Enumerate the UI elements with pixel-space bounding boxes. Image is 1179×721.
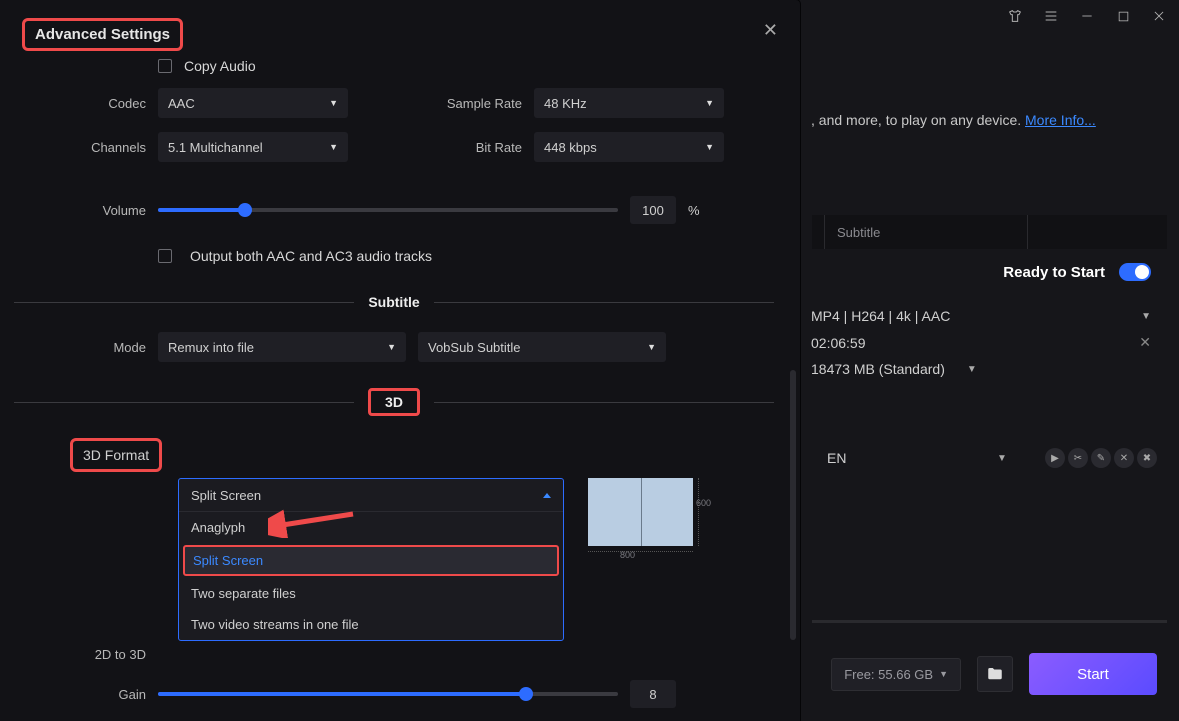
subtitle-bar: Subtitle bbox=[812, 215, 1167, 249]
2d-to-3d-label: 2D to 3D bbox=[14, 647, 146, 662]
ready-toggle[interactable] bbox=[1119, 263, 1151, 281]
volume-slider[interactable] bbox=[158, 208, 618, 212]
modal-close-button[interactable]: ✕ bbox=[763, 20, 778, 41]
channels-select[interactable]: 5.1 Multichannel▼ bbox=[158, 132, 348, 162]
3d-format-label: 3D Format bbox=[70, 438, 162, 472]
volume-label: Volume bbox=[14, 203, 146, 218]
3d-format-option[interactable]: Two separate files bbox=[179, 578, 563, 609]
subtitle-field[interactable]: Subtitle bbox=[824, 215, 1027, 249]
dual-tracks-checkbox[interactable] bbox=[158, 249, 172, 263]
3d-format-select[interactable]: Split Screen Anaglyph Split Screen Two s… bbox=[178, 478, 564, 641]
sample-rate-select[interactable]: 48 KHz▼ bbox=[534, 88, 724, 118]
tool-icon[interactable]: ✕ bbox=[1114, 448, 1134, 468]
progress-bar bbox=[812, 620, 1167, 623]
titlebar-shirt-icon[interactable] bbox=[1007, 8, 1023, 24]
edit-icon[interactable]: ✎ bbox=[1091, 448, 1111, 468]
titlebar-minimize-icon[interactable] bbox=[1079, 8, 1095, 24]
size-select[interactable]: 18473 MB (Standard)▼ bbox=[811, 361, 1151, 377]
teaser-text: , and more, to play on any device. More … bbox=[799, 112, 1179, 128]
advanced-settings-modal: Advanced Settings ✕ Copy Audio Codec AAC… bbox=[0, 0, 800, 721]
lang-select[interactable]: EN bbox=[807, 450, 987, 466]
gain-slider[interactable] bbox=[158, 692, 618, 696]
ready-label: Ready to Start bbox=[1003, 264, 1105, 281]
titlebar-close-icon[interactable] bbox=[1151, 8, 1167, 24]
subtitle-section-header: Subtitle bbox=[368, 294, 419, 310]
sample-rate-label: Sample Rate bbox=[432, 96, 522, 111]
preview-width: 800 bbox=[620, 550, 635, 560]
codec-select[interactable]: AAC▼ bbox=[158, 88, 348, 118]
mode-label: Mode bbox=[14, 340, 146, 355]
3d-format-option[interactable]: Two video streams in one file bbox=[179, 609, 563, 640]
format-select[interactable]: MP4 | H264 | 4k | AAC▼ bbox=[811, 308, 1151, 324]
gain-label: Gain bbox=[14, 687, 146, 702]
subtitle-mode-select[interactable]: Remux into file▼ bbox=[158, 332, 406, 362]
modal-title: Advanced Settings bbox=[22, 18, 183, 51]
duration-row: 02:06:59✕ bbox=[811, 334, 1151, 351]
free-space-select[interactable]: Free: 55.66 GB▼ bbox=[831, 658, 961, 691]
copy-audio-checkbox[interactable] bbox=[158, 59, 172, 73]
volume-unit: % bbox=[688, 203, 700, 218]
titlebar-maximize-icon[interactable] bbox=[1115, 8, 1131, 24]
start-button[interactable]: Start bbox=[1029, 653, 1157, 695]
3d-format-option[interactable]: Anaglyph bbox=[179, 512, 563, 543]
3d-preview bbox=[588, 478, 693, 546]
output-folder-button[interactable] bbox=[977, 656, 1013, 692]
gain-value[interactable]: 8 bbox=[630, 680, 676, 708]
remove-item-icon[interactable]: ✕ bbox=[1139, 334, 1151, 351]
trim-icon[interactable]: ✂ bbox=[1068, 448, 1088, 468]
copy-audio-label: Copy Audio bbox=[184, 58, 256, 74]
titlebar-menu-icon[interactable] bbox=[1043, 8, 1059, 24]
chevron-up-icon bbox=[543, 493, 551, 498]
preview-height: 600 bbox=[696, 498, 711, 508]
bitrate-label: Bit Rate bbox=[432, 140, 522, 155]
3d-format-option[interactable]: Split Screen bbox=[183, 545, 559, 576]
delete-icon[interactable]: ✖ bbox=[1137, 448, 1157, 468]
channels-label: Channels bbox=[14, 140, 146, 155]
more-info-link[interactable]: More Info... bbox=[1025, 112, 1096, 128]
3d-section-header: 3D bbox=[368, 388, 420, 416]
play-icon[interactable]: ▶ bbox=[1045, 448, 1065, 468]
volume-value[interactable]: 100 bbox=[630, 196, 676, 224]
modal-scrollbar[interactable] bbox=[790, 370, 796, 640]
subtitle-type-select[interactable]: VobSub Subtitle▼ bbox=[418, 332, 666, 362]
codec-label: Codec bbox=[14, 96, 146, 111]
bitrate-select[interactable]: 448 kbps▼ bbox=[534, 132, 724, 162]
dual-tracks-label: Output both AAC and AC3 audio tracks bbox=[190, 248, 432, 264]
